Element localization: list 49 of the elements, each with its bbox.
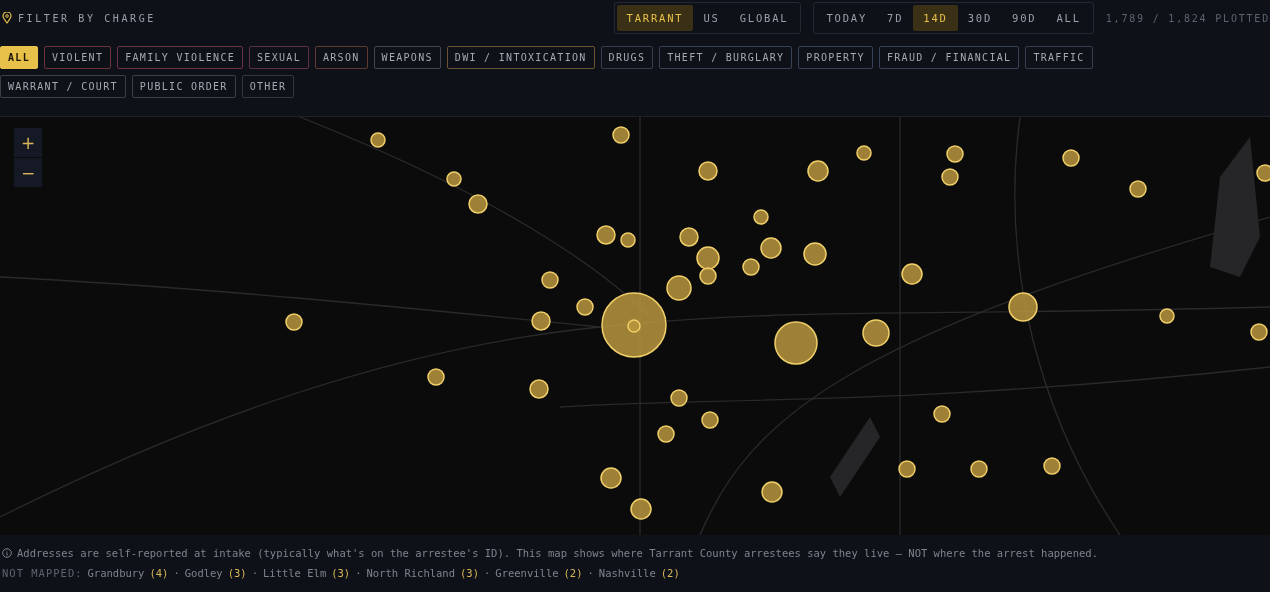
zoom-in-button[interactable]: +: [14, 128, 42, 157]
unmapped-count: (3): [331, 567, 351, 579]
zoom-out-button[interactable]: −: [14, 158, 42, 187]
charge-filter-chip[interactable]: WEAPONS: [373, 46, 441, 69]
charge-filter-chip[interactable]: ALL: [0, 46, 38, 69]
scope-tab[interactable]: GLOBAL: [729, 5, 799, 31]
charge-filter-chip[interactable]: TRAFFIC: [1025, 46, 1093, 69]
unmapped-place: Godley: [184, 567, 223, 579]
separator-dot: ·: [173, 567, 180, 579]
charge-filter-chip[interactable]: FRAUD / FINANCIAL: [878, 46, 1020, 69]
charge-filter-chip[interactable]: FAMILY VIOLENCE: [117, 46, 244, 69]
unmapped-place: Nashville: [598, 567, 656, 579]
unmapped-count: (3): [227, 567, 247, 579]
unmapped-place: Little Elm: [263, 567, 327, 579]
unmapped-place: Grandbury: [87, 567, 145, 579]
unmapped-count: (4): [149, 567, 169, 579]
charge-filter-chip[interactable]: THEFT / BURGLARY: [659, 46, 793, 69]
separator-dot: ·: [587, 567, 594, 579]
range-tab[interactable]: 14D: [913, 5, 958, 31]
unmapped-place: Greenville: [495, 567, 559, 579]
charge-filter-chip[interactable]: VIOLENT: [43, 46, 112, 69]
unmapped-place: North Richland: [366, 567, 455, 579]
charge-filter-chip[interactable]: DWI / INTOXICATION: [446, 46, 595, 69]
charge-filter-chip[interactable]: WARRANT / COURT: [0, 75, 126, 98]
not-mapped-label: NOT MAPPED:: [2, 567, 83, 579]
unmapped-count: (3): [460, 567, 479, 579]
charge-filter-chip[interactable]: SEXUAL: [249, 46, 309, 69]
separator-dot: ·: [251, 567, 258, 579]
range-tab[interactable]: 90D: [1002, 5, 1047, 31]
charge-filter-chip[interactable]: OTHER: [241, 75, 295, 98]
charge-filter-chip[interactable]: PUBLIC ORDER: [131, 75, 236, 98]
unmapped-count: (2): [563, 567, 583, 579]
range-tab[interactable]: ALL: [1046, 5, 1091, 31]
scope-tab[interactable]: TARRANT: [616, 5, 694, 31]
charge-filter-chip[interactable]: DRUGS: [600, 46, 654, 69]
charge-filter-chip[interactable]: ARSON: [314, 46, 368, 69]
range-tab[interactable]: 7D: [877, 5, 914, 31]
plotted-count: 1,789 / 1,824 PLOTTED: [1105, 12, 1270, 24]
filter-title: FILTER BY CHARGE: [18, 12, 156, 24]
address-notice: Addresses are self-reported at intake (typically what's on the arrestee's ID). This map shows where Tarrant County arrestees say they live — NOT where the arrest happened.: [17, 547, 1098, 559]
separator-dot: ·: [355, 567, 362, 579]
map-pin-icon: [2, 12, 12, 24]
charge-filter-chip[interactable]: PROPERTY: [798, 46, 873, 69]
unmapped-count: (2): [660, 567, 680, 579]
separator-dot: ·: [484, 567, 491, 579]
range-tab[interactable]: 30D: [957, 5, 1002, 31]
scope-tab[interactable]: US: [693, 5, 730, 31]
info-icon: [2, 548, 12, 558]
range-tab[interactable]: TODAY: [816, 5, 877, 31]
